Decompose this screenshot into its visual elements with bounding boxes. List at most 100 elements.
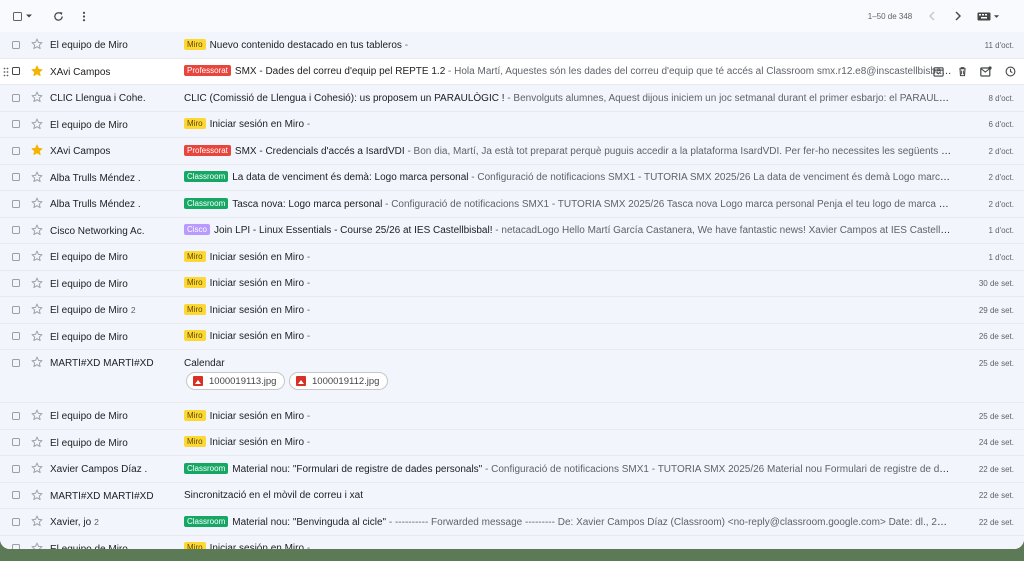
star-icon[interactable]: [30, 249, 44, 263]
row-checkbox[interactable]: [12, 358, 20, 367]
next-page-button[interactable]: [950, 6, 966, 26]
snooze-button[interactable]: [1002, 64, 1018, 80]
star-icon[interactable]: [30, 329, 44, 343]
row-checkbox[interactable]: [12, 40, 20, 49]
refresh-button[interactable]: [50, 6, 66, 26]
star-icon[interactable]: [30, 461, 44, 475]
row-checkbox[interactable]: [12, 146, 20, 155]
star-icon[interactable]: [30, 541, 44, 550]
select-all-checkbox[interactable]: [10, 6, 36, 26]
star-icon[interactable]: [30, 355, 44, 369]
drag-handle-icon[interactable]: [3, 67, 9, 77]
label-badge[interactable]: Professorat: [184, 144, 231, 156]
label-badge[interactable]: Miro: [184, 118, 206, 129]
star-icon[interactable]: [30, 408, 44, 422]
row-checkbox[interactable]: [12, 464, 20, 473]
row-checkbox[interactable]: [12, 199, 20, 208]
star-icon[interactable]: [30, 37, 44, 51]
table-row[interactable]: Xavier, jo 2 Classroom Material nou: "Benvi…: [0, 509, 1024, 536]
label-badge[interactable]: Miro: [184, 542, 206, 549]
table-row[interactable]: El equipo de Miro Miro Iniciar sesión en M…: [0, 429, 1024, 456]
label-badge[interactable]: Miro: [184, 330, 206, 341]
star-icon[interactable]: [30, 302, 44, 316]
sender-text: MARTÍ#XD MARTÍ#XD: [50, 358, 154, 369]
row-checkbox[interactable]: [12, 67, 20, 75]
label-badge[interactable]: Classroom: [184, 515, 229, 527]
label-badge[interactable]: Miro: [184, 250, 206, 262]
message-snippet: - Hola Martí, Aquestes són les dades del…: [445, 66, 952, 77]
table-row[interactable]: MARTÍ#XD MARTÍ#XD Sincronització en el mò…: [0, 482, 1024, 509]
star-icon[interactable]: [30, 514, 44, 528]
background-image: [0, 549, 1024, 561]
table-row[interactable]: El equipo de Miro 2 Miro Iniciar sesión en …: [0, 297, 1024, 324]
label-badge[interactable]: Classroom: [184, 197, 229, 209]
table-row[interactable]: El equipo de Miro Miro Iniciar sesión en M…: [0, 403, 1024, 430]
row-checkbox[interactable]: [12, 252, 20, 261]
message-summary: Miro Nuevo contenido destacado en tus tab…: [184, 38, 952, 53]
star-icon[interactable]: [30, 276, 44, 290]
row-checkbox[interactable]: [12, 93, 20, 102]
message-snippet: -: [304, 331, 311, 342]
row-checkbox[interactable]: [12, 279, 20, 287]
label-badge[interactable]: Miro: [184, 436, 206, 447]
row-checkbox[interactable]: [12, 173, 20, 181]
table-row[interactable]: El equipo de Miro Miro Iniciar sesión en M…: [0, 323, 1024, 350]
label-badge[interactable]: Classroom: [184, 462, 229, 474]
table-row[interactable]: Xavier Campos Díaz . Classroom Material no…: [0, 456, 1024, 483]
row-checkbox[interactable]: [12, 332, 20, 340]
table-row[interactable]: El equipo de Miro Miro Nuevo contenido des…: [0, 32, 1024, 59]
table-row[interactable]: Cisco Networking Ac. Cisco Join LPI - Linu…: [0, 217, 1024, 244]
message-date: 2 d'oct.: [988, 199, 1014, 209]
label-badge[interactable]: Miro: [184, 277, 206, 288]
message-subject: Iniciar sesión en Miro: [209, 331, 305, 342]
star-icon[interactable]: [30, 223, 44, 237]
message-subject: Material nou: "Benvinguda al cicle": [232, 516, 387, 528]
label-badge[interactable]: Miro: [184, 409, 206, 421]
row-checkbox[interactable]: [12, 438, 20, 446]
attachment-chip[interactable]: 1000019113.jpg: [186, 372, 286, 390]
label-badge[interactable]: Professorat: [184, 65, 231, 76]
archive-button[interactable]: [930, 64, 946, 80]
label-badge[interactable]: Miro: [184, 303, 206, 315]
table-row[interactable]: XAvi Campos Professorat SMX - Credencials …: [0, 138, 1024, 165]
table-row[interactable]: El equipo de Miro Miro Iniciar sesión en M…: [0, 535, 1024, 550]
star-icon[interactable]: [30, 117, 44, 131]
star-icon[interactable]: [30, 90, 44, 104]
star-icon[interactable]: [30, 143, 44, 157]
row-checkbox[interactable]: [12, 517, 20, 526]
table-row[interactable]: Alba Trulls Méndez . Classroom La data de …: [0, 164, 1024, 191]
table-row[interactable]: El equipo de Miro Miro Iniciar sesión en M…: [0, 244, 1024, 271]
message-subject: Join LPI - Linux Essentials - Course 25/…: [214, 225, 493, 236]
row-checkbox[interactable]: [12, 411, 20, 420]
table-row[interactable]: MARTÍ#XD MARTÍ#XD Calendar 25 de set. 10000…: [0, 350, 1024, 403]
star-icon[interactable]: [30, 435, 44, 449]
row-checkbox[interactable]: [12, 491, 20, 499]
table-row[interactable]: Alba Trulls Méndez . Classroom Tasca nova:…: [0, 191, 1024, 218]
sender-name: El equipo de Miro: [50, 252, 178, 263]
mark-unread-button[interactable]: [978, 64, 994, 80]
table-row[interactable]: CLIC Llengua i Cohe. CLIC (Comissió de Ll…: [0, 85, 1024, 112]
row-checkbox[interactable]: [12, 226, 20, 234]
prev-page-button[interactable]: [924, 6, 940, 26]
row-checkbox[interactable]: [12, 305, 20, 314]
label-badge[interactable]: Classroom: [184, 171, 229, 182]
star-icon[interactable]: [30, 196, 44, 210]
star-icon[interactable]: [30, 488, 44, 502]
row-checkbox[interactable]: [12, 120, 20, 128]
input-tools-button[interactable]: [974, 6, 1002, 26]
sender-name: El equipo de Miro: [50, 120, 178, 131]
table-row[interactable]: XAvi Campos Professorat SMX - Dades del co…: [0, 58, 1024, 85]
attachment-chip[interactable]: 1000019112.jpg: [289, 372, 389, 390]
chevron-left-icon: [929, 11, 935, 21]
more-options-button[interactable]: [76, 6, 92, 26]
label-badge[interactable]: Cisco: [184, 224, 211, 235]
sender-text: El equipo de Miro: [50, 305, 128, 316]
table-row[interactable]: El equipo de Miro Miro Iniciar sesión en M…: [0, 111, 1024, 138]
archive-icon: [932, 67, 944, 77]
label-badge[interactable]: Miro: [184, 38, 206, 50]
star-icon[interactable]: [30, 64, 44, 78]
delete-button[interactable]: [954, 64, 970, 80]
table-row[interactable]: El equipo de Miro Miro Iniciar sesión en M…: [0, 270, 1024, 297]
row-actions: [930, 64, 1018, 80]
star-icon[interactable]: [30, 170, 44, 184]
